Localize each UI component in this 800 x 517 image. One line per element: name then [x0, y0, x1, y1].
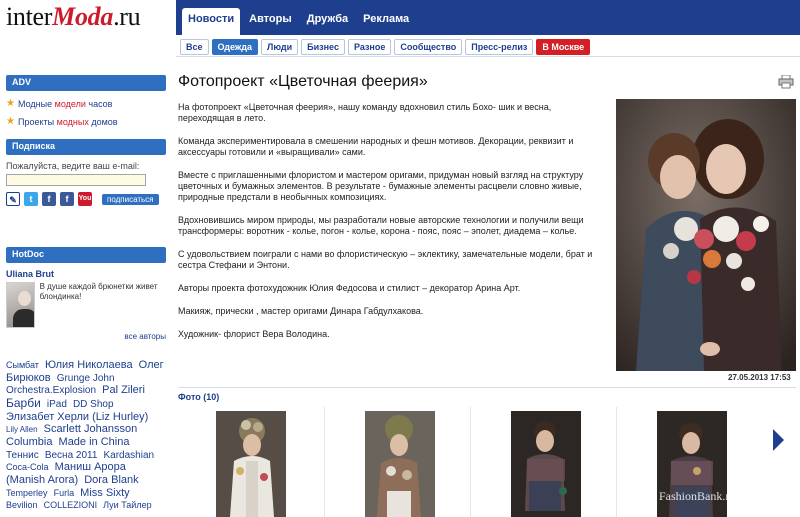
- tag-link[interactable]: Теннис: [6, 450, 39, 461]
- adv-link-text: Проекты: [18, 116, 55, 127]
- social-links: ✎ t f f You подписаться: [6, 192, 166, 206]
- tag-link[interactable]: Dora Blank: [84, 474, 138, 486]
- site-logo[interactable]: interModa.ru: [6, 2, 141, 32]
- article-paragraph: Авторы проекта фотохудожник Юлия Федосов…: [178, 283, 521, 293]
- twitter-icon[interactable]: t: [24, 192, 38, 206]
- tag-link[interactable]: Сымбат: [6, 360, 39, 370]
- tag-link[interactable]: Columbia: [6, 436, 52, 448]
- tag-link[interactable]: Весна 2011: [45, 450, 98, 461]
- tag-link[interactable]: Lily Allen: [6, 425, 38, 434]
- tag-link[interactable]: Kardashian: [103, 450, 154, 461]
- gallery-cell: [324, 407, 444, 517]
- next-arrow-icon[interactable]: [770, 427, 786, 453]
- adv-link-text: часов: [88, 98, 113, 109]
- tag-link[interactable]: Temperley: [6, 488, 48, 498]
- tag-link[interactable]: Made in China: [59, 436, 130, 448]
- subscribe-box: Подписка Пожалуйста, ведите ваш e-mail: …: [6, 139, 166, 206]
- subtab-in-moscow[interactable]: В Москве: [536, 39, 591, 55]
- gallery-cell: [470, 407, 590, 517]
- main-content: Фотопроект «Цветочная феерия» На фотопро…: [176, 57, 800, 517]
- tab-authors[interactable]: Авторы: [243, 8, 298, 35]
- subtab-misc[interactable]: Разное: [347, 39, 392, 55]
- page-title: Фотопроект «Цветочная феерия»: [178, 73, 428, 90]
- adv-link-text: домов: [91, 116, 118, 127]
- hotdoc-box: HotDoc Uliana Brut В душе каждой брюнетк…: [6, 247, 166, 341]
- main-nav: Новости Авторы Дружба Реклама: [176, 0, 800, 35]
- tag-link[interactable]: iPad: [47, 399, 67, 410]
- adv-link-text: Модные: [18, 98, 53, 109]
- tag-link[interactable]: Coca-Cola: [6, 462, 49, 472]
- tag-link[interactable]: DD Shop: [73, 399, 114, 410]
- subscribe-prompt: Пожалуйста, ведите ваш e-mail:: [6, 161, 140, 171]
- tag-link[interactable]: Miss Sixty: [80, 487, 130, 499]
- hotdoc-author[interactable]: Uliana Brut: [6, 269, 166, 279]
- subscribe-button[interactable]: подписаться: [102, 193, 159, 205]
- star-icon: ★: [6, 116, 15, 127]
- category-nav: Все Одежда Люди Бизнес Разное Сообщество…: [176, 35, 800, 57]
- youtube-icon[interactable]: You: [78, 192, 92, 206]
- print-icon[interactable]: [778, 75, 794, 89]
- article-date: 27.05.2013 17:53: [728, 373, 791, 382]
- tab-news[interactable]: Новости: [182, 8, 241, 35]
- article-paragraph: Художник- флорист Вера Володина.: [178, 329, 330, 339]
- watermark: FashionBank.ru: [659, 489, 736, 503]
- article-paragraph: На фотопроект «Цветочная феерия», нашу к…: [178, 102, 552, 123]
- tag-cloud: Сымбат Юлия Николаева Олег Бирюков Grung…: [6, 359, 166, 512]
- photo-gallery: FashionBank.ru: [176, 407, 800, 517]
- star-icon: ★: [6, 98, 15, 109]
- adv-heading: ADV: [6, 75, 166, 91]
- subtab-clothing[interactable]: Одежда: [211, 39, 258, 55]
- tag-link[interactable]: Луи Тайлер: [103, 500, 151, 510]
- email-field[interactable]: [6, 174, 146, 186]
- subtab-people[interactable]: Люди: [261, 39, 299, 55]
- article-paragraph: Команда экспериментировала в смешении на…: [178, 136, 574, 157]
- tab-friendship[interactable]: Дружба: [301, 8, 354, 35]
- subscribe-heading: Подписка: [6, 139, 166, 155]
- tag-link[interactable]: Элизабет Херли (Liz Hurley): [6, 411, 148, 423]
- gallery-thumbnail[interactable]: [365, 411, 435, 517]
- adv-link-fashion-houses[interactable]: ★ Проекты модных домов: [6, 116, 166, 127]
- tab-advertising[interactable]: Реклама: [357, 8, 415, 35]
- facebook-icon[interactable]: f: [42, 192, 56, 206]
- photos-count-link[interactable]: Фото (10): [178, 392, 219, 402]
- adv-box: ADV ★ Модные модели часов ★ Проекты модн…: [6, 75, 166, 127]
- article-paragraph: Вдохновившись миром природы, мы разработ…: [178, 215, 584, 236]
- article-paragraph: С удовольствием поиграли с нами во флори…: [178, 249, 593, 270]
- gallery-cell: FashionBank.ru: [616, 407, 736, 517]
- tag-link[interactable]: Барби: [6, 396, 41, 410]
- subtab-business[interactable]: Бизнес: [301, 39, 345, 55]
- tag-link[interactable]: Pal Zileri: [102, 384, 145, 396]
- article-body: На фотопроект «Цветочная феерия», нашу к…: [178, 102, 608, 352]
- tag-link[interactable]: Furla: [54, 488, 75, 498]
- facebook-icon[interactable]: f: [60, 192, 74, 206]
- sidebar: ADV ★ Модные модели часов ★ Проекты модн…: [0, 57, 168, 517]
- site-header: interModa.ru Новости Авторы Дружба Рекла…: [0, 0, 800, 57]
- tag-link[interactable]: Bevilion: [6, 500, 38, 510]
- hotdoc-quote[interactable]: В душе каждой брюнетки живет блондинка!: [40, 282, 166, 328]
- logo-part-moda: Moda: [52, 2, 114, 31]
- tag-link[interactable]: Юлия Николаева: [45, 359, 133, 371]
- logo-part-inter: inter: [6, 2, 53, 31]
- subtab-press-release[interactable]: Пресс-релиз: [465, 39, 534, 55]
- adv-link-highlight: модных: [56, 116, 89, 127]
- gallery-thumbnail[interactable]: [216, 411, 286, 517]
- adv-link-watches[interactable]: ★ Модные модели часов: [6, 98, 166, 109]
- tag-link[interactable]: Scarlett Johansson: [44, 423, 138, 435]
- article-paragraph: Макияж, прически , мастер оригами Динара…: [178, 306, 424, 316]
- subtab-community[interactable]: Сообщество: [394, 39, 463, 55]
- gallery-cell: [176, 407, 296, 517]
- article-main-photo[interactable]: [616, 99, 796, 371]
- subtab-all[interactable]: Все: [180, 39, 209, 55]
- article-paragraph: Вместе с приглашенными флористом и масте…: [178, 170, 584, 202]
- tag-link[interactable]: COLLEZIONI: [44, 500, 98, 510]
- author-avatar[interactable]: [6, 282, 35, 328]
- logo-area: interModa.ru: [0, 0, 176, 57]
- adv-link-highlight: модели: [54, 98, 86, 109]
- hotdoc-heading: HotDoc: [6, 247, 166, 263]
- logo-part-ru: .ru: [113, 2, 141, 31]
- gallery-thumbnail[interactable]: [511, 411, 581, 517]
- all-authors-link[interactable]: все авторы: [6, 332, 166, 341]
- livejournal-icon[interactable]: ✎: [6, 192, 20, 206]
- divider: [178, 387, 796, 388]
